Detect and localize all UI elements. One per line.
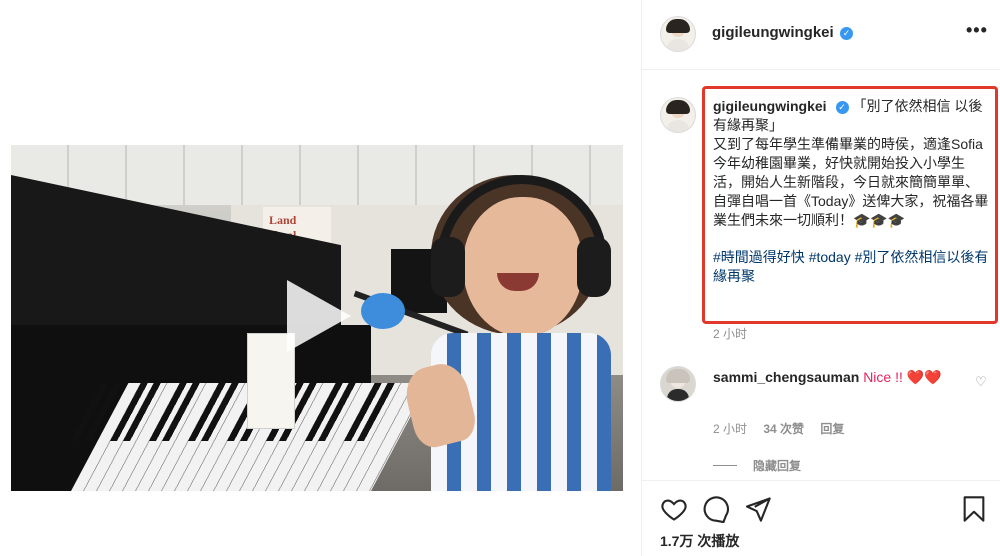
author-avatar[interactable] — [660, 16, 696, 52]
author-username[interactable]: gigileungwingkei — [712, 24, 834, 41]
piano-black-keys — [71, 383, 402, 441]
commenter-username[interactable]: sammi_chengsauman — [713, 369, 859, 385]
hashtag-link[interactable]: #today — [809, 249, 851, 265]
paper-plane-icon[interactable] — [744, 495, 772, 523]
comment-like-heart-icon[interactable]: ♡ — [975, 374, 987, 390]
post-sidebar: gigileungwingkei ✓ ••• gigileungwingkei ✓… — [641, 0, 1000, 556]
hide-replies-line — [713, 465, 737, 466]
comment-text: Nice !! ❤️❤️ — [863, 369, 942, 385]
headphone-left — [431, 237, 465, 297]
hide-replies-button[interactable]: 隐藏回复 — [713, 457, 801, 474]
comment-item: sammi_chengsauman Nice !! ❤️❤️ — [713, 368, 963, 387]
comment-reply-button[interactable]: 回复 — [820, 422, 844, 436]
avatar-body — [667, 389, 689, 401]
post-header: gigileungwingkei ✓ ••• — [642, 0, 1000, 70]
verified-badge-icon: ✓ — [835, 101, 849, 114]
commenter-avatar[interactable] — [660, 366, 696, 402]
post-timestamp[interactable]: 2 小时 — [713, 325, 747, 342]
avatar-hair — [666, 100, 690, 114]
post-actions-bar: 1.7万 次播放 — [642, 480, 1000, 556]
verified-badge-icon: ✓ — [840, 27, 853, 40]
comment-bubble-icon[interactable] — [702, 495, 730, 523]
heart-icon[interactable] — [660, 495, 688, 523]
avatar-hair — [666, 19, 690, 33]
headphone-right — [577, 237, 611, 297]
hide-replies-label: 隐藏回复 — [753, 459, 802, 473]
caption-author-avatar[interactable] — [660, 97, 696, 133]
hashtag-link[interactable]: #時間過得好快 — [713, 249, 805, 265]
media-pane: Land chool — [0, 0, 641, 556]
view-count[interactable]: 1.7万 次播放 — [660, 531, 739, 551]
avatar-body — [667, 39, 689, 51]
comment-meta: 2 小时 34 次赞 回复 — [713, 420, 857, 437]
bookmark-icon[interactable] — [960, 495, 988, 523]
microphone — [361, 293, 405, 329]
avatar-body — [667, 120, 689, 132]
more-options-icon[interactable]: ••• — [966, 20, 988, 41]
post-caption: gigileungwingkei ✓ 「別了依然相信 以後有緣再聚」 又到了每年學… — [713, 97, 991, 286]
caption-username[interactable]: gigileungwingkei — [713, 98, 827, 114]
avatar-hair — [666, 369, 690, 383]
play-icon[interactable] — [287, 280, 351, 352]
caption-line-2: 又到了每年學生準備畢業的時侯，適逢Sofia今年幼稚園畢業，好快就開始投入小學生… — [713, 136, 989, 228]
comment-timestamp[interactable]: 2 小时 — [713, 422, 747, 436]
comment-like-count[interactable]: 34 次赞 — [763, 422, 804, 436]
caption-hashtags: #時間過得好快 #today #別了依然相信以後有緣再聚 — [713, 248, 991, 286]
